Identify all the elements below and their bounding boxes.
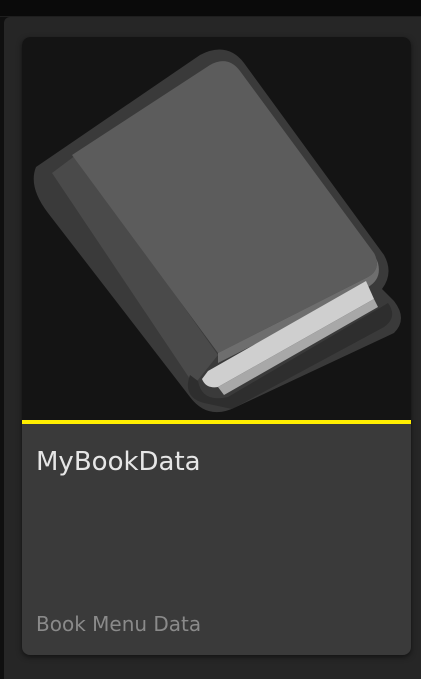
asset-name: MyBookData: [36, 447, 201, 477]
asset-type-label: Book Menu Data: [36, 612, 202, 636]
asset-card[interactable]: MyBookData Book Menu Data: [22, 37, 411, 655]
top-bar: [0, 0, 421, 17]
asset-type-color-strip: [22, 420, 411, 424]
book-icon: [33, 49, 401, 413]
asset-thumbnail: [22, 37, 411, 420]
